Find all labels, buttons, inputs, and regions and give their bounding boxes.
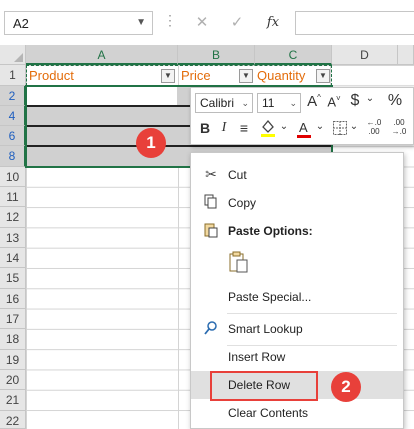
menu-item-insert-row[interactable]: Insert Row: [191, 343, 403, 371]
menu-item-clear-contents[interactable]: Clear Contents: [191, 399, 403, 427]
row-header-17[interactable]: 17: [0, 309, 26, 329]
row-header-4[interactable]: 4: [0, 106, 26, 126]
row-header-13[interactable]: 13: [0, 228, 26, 248]
column-header-d[interactable]: D: [332, 45, 398, 65]
menu-item-label: Paste Options:: [228, 224, 313, 238]
enter-icon[interactable]: ✓: [224, 11, 250, 35]
drag-handle-icon[interactable]: ⋮: [163, 12, 177, 34]
scissors-icon: ✂: [205, 166, 217, 182]
row-header-11[interactable]: 11: [0, 187, 26, 207]
callout-2: 2: [331, 372, 361, 402]
name-box-value: A2: [13, 16, 29, 31]
clipboard-icon: [229, 251, 249, 273]
row-header-14[interactable]: 14: [0, 248, 26, 268]
chevron-down-icon: ⌄: [289, 98, 297, 108]
fill-color-icon[interactable]: [259, 118, 277, 141]
menu-separator: [227, 313, 397, 314]
menu-item-label: Smart Lookup: [228, 322, 303, 336]
paste-option-button[interactable]: [191, 245, 403, 279]
formula-bar: A2 ▼ ⋮ ✕ ✓ fx: [0, 0, 414, 45]
menu-item-smart-lookup[interactable]: Smart Lookup: [191, 315, 403, 343]
align-icon[interactable]: ≡: [235, 120, 253, 136]
cancel-icon[interactable]: ✕: [189, 11, 215, 35]
column-header-a[interactable]: A: [26, 45, 178, 65]
menu-item-paste-options: Paste Options:: [191, 217, 403, 245]
row-header-21[interactable]: 21: [0, 390, 26, 411]
chevron-down-icon[interactable]: ▼: [136, 17, 146, 28]
menu-item-label: Paste Special...: [228, 290, 312, 304]
chevron-down-icon: ⌄: [241, 98, 249, 108]
row-header-16[interactable]: 16: [0, 289, 26, 309]
menu-item-label: Clear Contents: [228, 406, 309, 420]
formula-input[interactable]: [295, 11, 414, 35]
font-name-select[interactable]: Calibri ⌄: [195, 93, 253, 113]
currency-icon[interactable]: $: [345, 92, 365, 110]
increase-decimal-icon[interactable]: ←.0.00: [363, 118, 385, 136]
menu-item-label: Insert Row: [228, 350, 286, 364]
font-size-value: 11: [262, 96, 275, 110]
percent-icon[interactable]: %: [385, 92, 405, 110]
chevron-down-icon[interactable]: ⌄: [349, 121, 359, 132]
font-size-select[interactable]: 11 ⌄: [257, 93, 301, 113]
row-header-6[interactable]: 6: [0, 126, 26, 146]
table-header-border: [26, 65, 332, 86]
paste-icon: [203, 222, 219, 240]
italic-icon[interactable]: I: [217, 120, 231, 136]
shrink-font-icon[interactable]: A˅: [325, 94, 343, 109]
row-header-1[interactable]: 1: [0, 65, 26, 86]
row-header-12[interactable]: 12: [0, 207, 26, 228]
font-color-icon[interactable]: A: [295, 119, 313, 142]
column-header-c[interactable]: C: [255, 45, 332, 65]
menu-item-label: Copy: [228, 196, 257, 210]
callout-1: 1: [136, 128, 166, 158]
svg-text:A: A: [299, 120, 308, 135]
row-header-19[interactable]: 19: [0, 350, 26, 370]
decrease-decimal-icon[interactable]: .00 →.0: [388, 118, 410, 136]
excel-window: A2 ▼ ⋮ ✕ ✓ fx A B C D 1 2 4 6 8 10 11 12…: [0, 0, 414, 429]
chevron-down-icon[interactable]: ⌄: [364, 93, 376, 104]
font-name-value: Calibri: [200, 96, 235, 110]
menu-item-copy[interactable]: Copy: [191, 189, 403, 217]
borders-icon[interactable]: [331, 120, 349, 139]
insert-function-icon[interactable]: fx: [260, 11, 286, 35]
row-header-15[interactable]: 15: [0, 268, 26, 289]
chevron-down-icon[interactable]: ⌄: [315, 121, 325, 132]
chevron-down-icon[interactable]: ⌄: [279, 121, 289, 132]
row-header-22[interactable]: 22: [0, 411, 26, 429]
highlight-box: [210, 371, 318, 401]
search-icon: [203, 320, 219, 338]
bold-icon[interactable]: B: [197, 120, 213, 136]
menu-item-cut[interactable]: ✂ Cut: [191, 161, 403, 189]
select-all-button[interactable]: [0, 45, 26, 65]
row-header-2[interactable]: 2: [0, 86, 26, 106]
copy-icon: [203, 194, 219, 212]
row-header-18[interactable]: 18: [0, 329, 26, 350]
mini-toolbar: Calibri ⌄ 11 ⌄ A^ A˅ $ ⌄ % B I ≡ ⌄ A ⌄ ⌄…: [190, 87, 414, 145]
column-header-b[interactable]: B: [178, 45, 255, 65]
menu-item-paste-special[interactable]: Paste Special...: [191, 283, 403, 311]
name-box[interactable]: A2 ▼: [4, 11, 153, 35]
menu-item-label: Cut: [228, 168, 247, 182]
row-header-10[interactable]: 10: [0, 167, 26, 187]
row-header-8[interactable]: 8: [0, 146, 26, 167]
row-header-20[interactable]: 20: [0, 370, 26, 390]
column-header-e[interactable]: [398, 45, 414, 65]
grow-font-icon[interactable]: A^: [305, 93, 323, 110]
